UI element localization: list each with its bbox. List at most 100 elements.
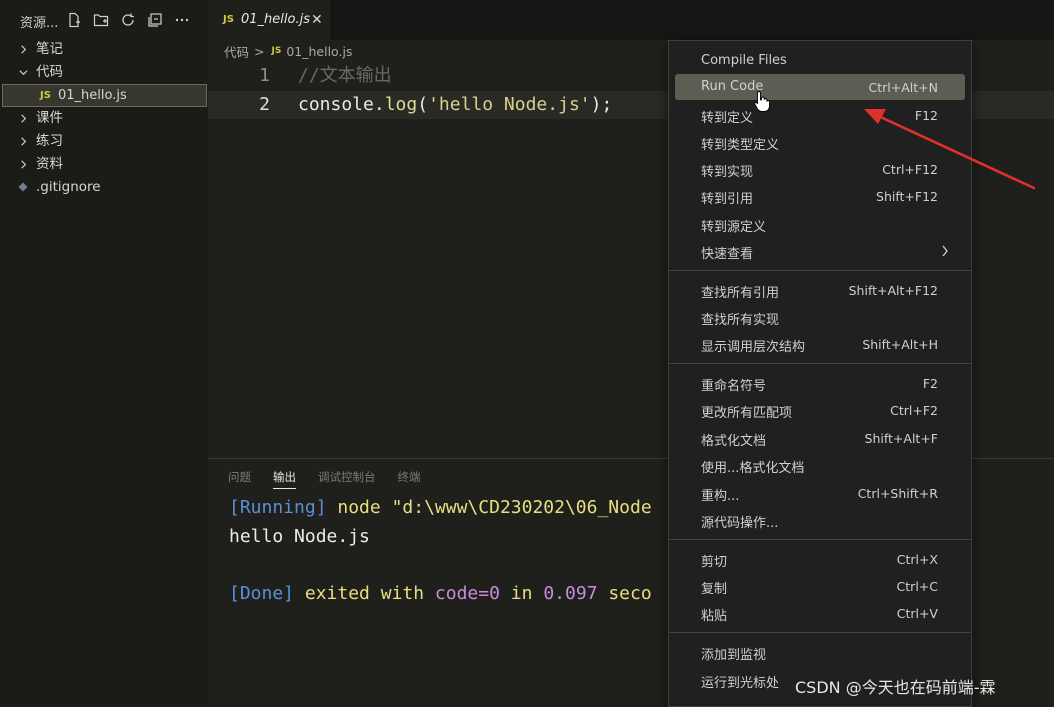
tree-item-label: 01_hello.js (58, 88, 127, 103)
breadcrumb-file[interactable]: 01_hello.js (286, 44, 352, 59)
exited-text: exited with (294, 583, 435, 604)
seconds-text: seco (597, 583, 652, 604)
new-file-icon[interactable] (64, 10, 84, 30)
tree-folder-practice[interactable]: 练习 (0, 130, 208, 153)
menu-item-label: 转到定义 (701, 111, 754, 126)
punctuation-token: ( (417, 94, 429, 115)
js-file-icon: JS (223, 14, 234, 25)
menu-item-format-document[interactable]: 格式化文档 Shift+Alt+F (675, 425, 965, 451)
output-line-done: [Done] exited with code=0 in 0.097 seco (229, 583, 652, 604)
menu-item-label: 重命名符号 (701, 379, 767, 394)
chevron-right-icon (18, 130, 30, 153)
tree-folder-courseware[interactable]: 课件 (0, 107, 208, 130)
menu-separator (669, 539, 971, 540)
chevron-right-icon (18, 153, 30, 176)
tab-output[interactable]: 输出 (273, 469, 296, 489)
menu-item-compile-files[interactable]: Compile Files (675, 48, 965, 74)
tree-folder-notes[interactable]: 笔记 (0, 38, 208, 61)
menu-item-shortcut: Ctrl+Alt+N (868, 80, 938, 95)
editor-tab-bar: JS 01_hello.js ✕ (208, 0, 1054, 40)
menu-item-label: 复制 (701, 582, 728, 597)
tree-item-label: 练习 (36, 133, 63, 149)
menu-item-go-to-source-definition[interactable]: 转到源定义 (675, 211, 965, 237)
punctuation-token: ); (590, 94, 613, 115)
menu-separator (669, 363, 971, 364)
tab-problems[interactable]: 问题 (228, 469, 251, 489)
menu-item-find-all-implementations[interactable]: 查找所有实现 (675, 304, 965, 330)
tree-folder-code[interactable]: 代码 (0, 61, 208, 84)
menu-item-format-document-with[interactable]: 使用...格式化文档 (675, 452, 965, 478)
tree-item-label: .gitignore (36, 179, 101, 195)
menu-item-shortcut: Ctrl+Shift+R (857, 486, 938, 501)
menu-item-source-action[interactable]: 源代码操作... (675, 507, 965, 533)
menu-item-label: 源代码操作... (701, 516, 779, 531)
menu-item-label: 查找所有实现 (701, 313, 780, 328)
menu-item-label: 使用...格式化文档 (701, 461, 805, 476)
punctuation-token: . (373, 94, 385, 115)
file-tree: 笔记 代码 JS 01_hello.js 课件 练习 资料 .gitignore (0, 38, 208, 199)
function-token: log (384, 94, 418, 115)
explorer-header: 资源... (0, 0, 208, 40)
menu-item-shortcut: Ctrl+X (896, 552, 938, 567)
line-number: 2 (259, 94, 270, 115)
menu-separator (669, 632, 971, 633)
line-content: console.log('hello Node.js'); (298, 91, 612, 119)
breadcrumb-separator: > (254, 43, 265, 59)
menu-item-label: 更改所有匹配项 (701, 406, 793, 421)
menu-item-find-all-references[interactable]: 查找所有引用 Shift+Alt+F12 (675, 277, 965, 303)
menu-item-refactor[interactable]: 重构... Ctrl+Shift+R (675, 480, 965, 506)
menu-item-rename-symbol[interactable]: 重命名符号 F2 (675, 370, 965, 396)
refresh-icon[interactable] (118, 10, 138, 30)
menu-item-cut[interactable]: 剪切 Ctrl+X (675, 546, 965, 572)
running-command: node "d:\www\CD230202\06_Node (326, 497, 652, 518)
js-file-icon: JS (271, 46, 282, 56)
menu-item-show-call-hierarchy[interactable]: 显示调用层次结构 Shift+Alt+H (675, 331, 965, 357)
tree-item-label: 代码 (36, 64, 63, 80)
tab-label: 01_hello.js (241, 12, 310, 27)
menu-item-label: 添加到监视 (701, 648, 767, 663)
menu-item-peek[interactable]: 快速查看 (675, 238, 965, 264)
watermark: CSDN @今天也在码前端-霖 (795, 678, 996, 697)
menu-item-shortcut: F2 (922, 376, 938, 391)
menu-item-label: 快速查看 (701, 247, 754, 262)
chevron-down-icon (18, 61, 30, 84)
breadcrumb-folder[interactable]: 代码 (224, 42, 249, 61)
tab-hello-js[interactable]: JS 01_hello.js ✕ (208, 0, 330, 40)
more-actions-icon[interactable] (172, 10, 192, 30)
collapse-all-icon[interactable] (145, 10, 165, 30)
menu-item-change-all-occurrences[interactable]: 更改所有匹配项 Ctrl+F2 (675, 397, 965, 423)
tree-folder-materials[interactable]: 资料 (0, 153, 208, 176)
output-line-hello: hello Node.js (229, 526, 370, 547)
explorer-title: 资源... (20, 16, 59, 31)
close-icon[interactable]: ✕ (311, 12, 323, 28)
menu-item-shortcut: Ctrl+V (896, 606, 938, 621)
menu-item-shortcut: Ctrl+C (896, 579, 938, 594)
menu-item-label: Compile Files (701, 53, 787, 68)
menu-item-shortcut: Shift+Alt+F12 (848, 283, 938, 298)
output-line-running: [Running] node "d:\www\CD230202\06_Node (229, 497, 652, 518)
breadcrumb: 代码 > JS 01_hello.js (224, 42, 352, 60)
menu-item-paste[interactable]: 粘贴 Ctrl+V (675, 600, 965, 626)
menu-item-label: 重构... (701, 489, 740, 504)
menu-item-label: 查找所有引用 (701, 286, 780, 301)
tree-file-hello-js[interactable]: JS 01_hello.js (2, 84, 207, 107)
chevron-right-icon (18, 38, 30, 61)
menu-item-label: 转到类型定义 (701, 138, 780, 153)
tree-file-gitignore[interactable]: .gitignore (0, 176, 208, 199)
line-content: //文本输出 (298, 62, 392, 90)
new-folder-icon[interactable] (91, 10, 111, 30)
tree-item-label: 笔记 (36, 41, 63, 57)
tab-debug-console[interactable]: 调试控制台 (318, 469, 376, 489)
chevron-right-icon (18, 107, 30, 130)
identifier-token: console (298, 94, 374, 115)
menu-item-copy[interactable]: 复制 Ctrl+C (675, 573, 965, 599)
exit-code: code=0 (434, 583, 500, 604)
explorer-sidebar: 资源... 笔记 代码 JS 01_hello.js 课件 练习 资料 .git… (0, 0, 208, 705)
menu-item-label: 转到源定义 (701, 220, 767, 235)
done-tag: [Done] (229, 583, 295, 604)
menu-item-run-code[interactable]: Run Code Ctrl+Alt+N (675, 74, 965, 100)
tab-terminal[interactable]: 终端 (398, 469, 421, 489)
menu-item-label: 转到实现 (701, 165, 754, 180)
menu-item-add-to-watch[interactable]: 添加到监视 (675, 639, 965, 665)
menu-item-label: 转到引用 (701, 192, 754, 207)
